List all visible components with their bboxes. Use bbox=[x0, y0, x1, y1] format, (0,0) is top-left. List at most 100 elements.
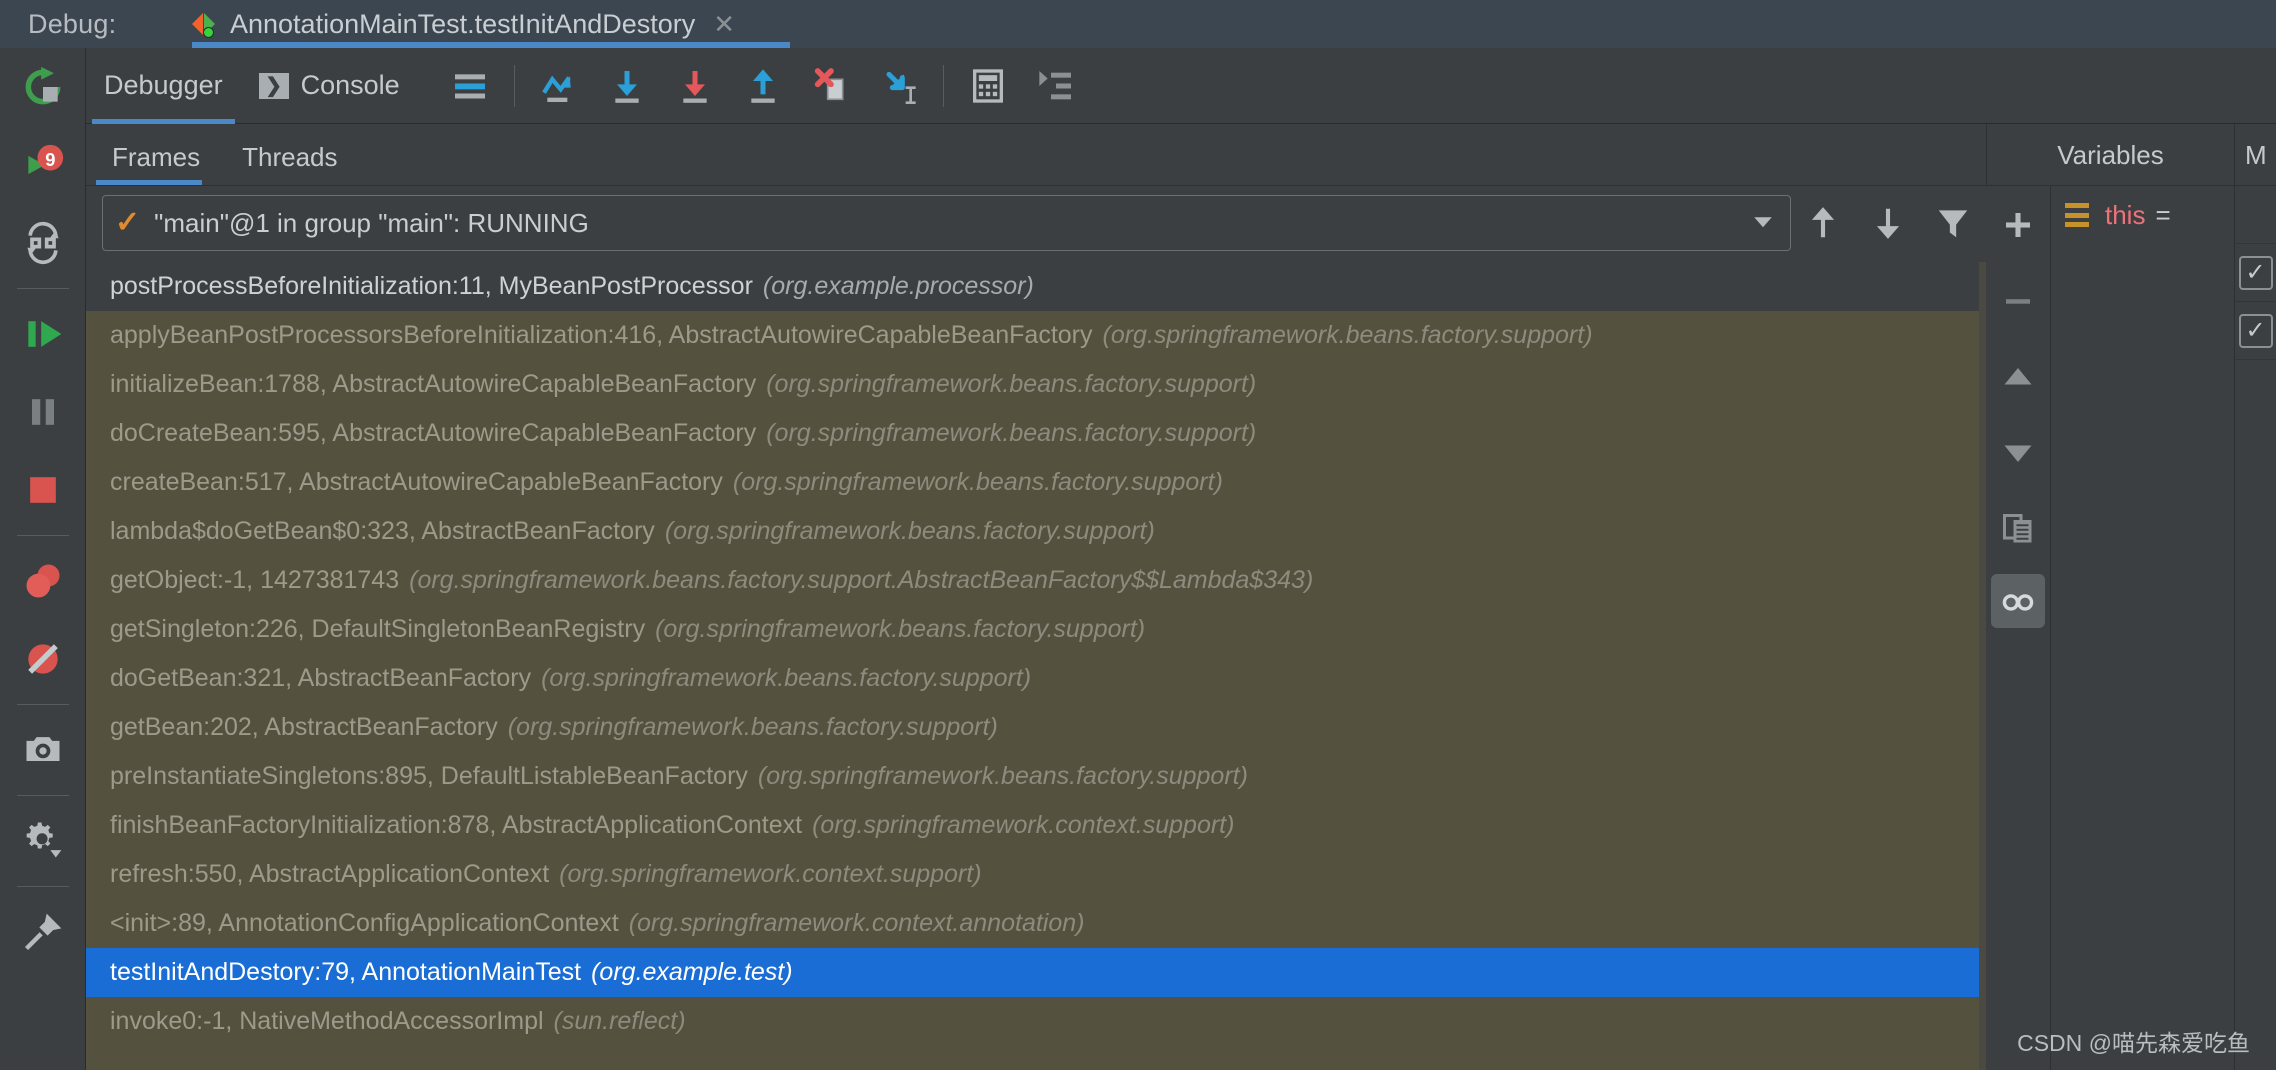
mute-breakpoints-icon[interactable] bbox=[0, 620, 86, 698]
view-breakpoints-icon[interactable] bbox=[0, 542, 86, 620]
frame-method: preInstantiateSingletons:895, DefaultLis… bbox=[110, 762, 748, 790]
rail-divider bbox=[16, 886, 69, 887]
variable-equals: = bbox=[2155, 199, 2171, 230]
move-watch-up-icon[interactable] bbox=[1986, 346, 2050, 408]
thread-selector-value: "main"@1 in group "main": RUNNING bbox=[154, 207, 589, 238]
frame-row[interactable]: createBean:517, AbstractAutowireCapableB… bbox=[86, 458, 1986, 507]
rail-divider bbox=[16, 704, 69, 705]
tab-debugger-label: Debugger bbox=[104, 70, 223, 100]
frame-method: finishBeanFactoryInitialization:878, Abs… bbox=[110, 811, 803, 839]
frame-package: (org.example.test) bbox=[591, 958, 793, 986]
frame-method: initializeBean:1788, AbstractAutowireCap… bbox=[110, 370, 757, 398]
frame-row[interactable]: doCreateBean:595, AbstractAutowireCapabl… bbox=[86, 409, 1986, 458]
memory-checkbox[interactable]: ✓ bbox=[2235, 302, 2276, 360]
camera-icon[interactable] bbox=[0, 711, 86, 789]
pin-tab-icon[interactable] bbox=[0, 893, 86, 971]
frame-method: doGetBean:321, AbstractBeanFactory bbox=[110, 664, 532, 692]
frame-package: (org.springframework.beans.factory.suppo… bbox=[664, 517, 1155, 545]
variables-header[interactable]: Variables bbox=[1986, 124, 2234, 186]
restore-layout-icon[interactable] bbox=[0, 204, 86, 282]
frame-method: doCreateBean:595, AbstractAutowireCapabl… bbox=[110, 419, 757, 447]
memory-header[interactable]: M bbox=[2234, 124, 2276, 186]
show-execution-point-icon[interactable] bbox=[1022, 48, 1090, 124]
memory-header-label: M bbox=[2245, 139, 2267, 170]
memory-cell bbox=[2235, 186, 2276, 244]
frame-package: (org.springframework.beans.factory.suppo… bbox=[541, 664, 1032, 692]
frame-row[interactable]: testInitAndDestory:79, AnnotationMainTes… bbox=[86, 948, 1986, 997]
tab-debugger[interactable]: Debugger bbox=[86, 48, 241, 124]
force-step-into-icon[interactable] bbox=[661, 48, 729, 124]
drop-frame-icon[interactable] bbox=[797, 48, 865, 124]
frame-row[interactable]: preInstantiateSingletons:895, DefaultLis… bbox=[86, 752, 1986, 801]
add-watch-icon[interactable] bbox=[1986, 194, 2050, 256]
chevron-down-icon[interactable] bbox=[1748, 206, 1778, 241]
move-watch-down-icon[interactable] bbox=[1986, 422, 2050, 484]
thread-selector-row: ✓ "main"@1 in group "main": RUNNING bbox=[86, 190, 1986, 256]
run-to-cursor-icon[interactable] bbox=[865, 48, 933, 124]
variables-panel[interactable]: this = bbox=[2050, 186, 2234, 1070]
frame-row[interactable]: getSingleton:226, DefaultSingletonBeanRe… bbox=[86, 605, 1986, 654]
rerun-icon[interactable] bbox=[0, 48, 86, 126]
tab-console[interactable]: ❯ Console bbox=[241, 48, 418, 124]
tab-console-label: Console bbox=[300, 70, 400, 100]
debug-actions-rail: 9 bbox=[0, 48, 86, 1070]
tab-frames-label: Frames bbox=[112, 142, 201, 172]
debug-label: Debug: bbox=[28, 8, 117, 39]
resume-program-icon[interactable] bbox=[0, 295, 86, 373]
step-over-icon[interactable] bbox=[525, 48, 593, 124]
pause-program-icon[interactable] bbox=[0, 373, 86, 451]
frame-row[interactable]: getBean:202, AbstractBeanFactory (org.spr… bbox=[86, 703, 1986, 752]
rail-divider bbox=[16, 795, 69, 796]
move-up-icon[interactable] bbox=[1791, 190, 1856, 256]
frame-row[interactable]: doGetBean:321, AbstractBeanFactory (org.s… bbox=[86, 654, 1986, 703]
frame-row[interactable]: getObject:-1, 1427381743 (org.springframe… bbox=[86, 556, 1986, 605]
frame-row[interactable]: refresh:550, AbstractApplicationContext (… bbox=[86, 850, 1986, 899]
frames-list[interactable]: postProcessBeforeInitialization:11, MyBe… bbox=[86, 262, 1986, 1070]
watches-toolbar bbox=[1986, 186, 2050, 1070]
frame-row[interactable]: initializeBean:1788, AbstractAutowireCap… bbox=[86, 360, 1986, 409]
stop-and-rerun-breakpoint-icon[interactable]: 9 bbox=[0, 126, 86, 204]
variable-row[interactable]: this = bbox=[2051, 186, 2234, 244]
frame-row[interactable]: invoke0:-1, NativeMethodAccessorImpl (sun… bbox=[86, 997, 1986, 1046]
debug-session-tab[interactable]: AnnotationMainTest.testInitAndDestory ✕ bbox=[190, 0, 735, 48]
memory-column[interactable]: ✓ ✓ bbox=[2234, 186, 2276, 1070]
remove-watch-icon[interactable] bbox=[1986, 270, 2050, 332]
frame-row[interactable]: finishBeanFactoryInitialization:878, Abs… bbox=[86, 801, 1986, 850]
tab-threads[interactable]: Threads bbox=[226, 142, 353, 185]
frame-method: <init>:89, AnnotationConfigApplicationCo… bbox=[110, 909, 619, 937]
frame-package: (org.springframework.beans.factory.suppo… bbox=[655, 615, 1146, 643]
tab-threads-label: Threads bbox=[242, 142, 338, 172]
evaluate-expression-icon[interactable] bbox=[954, 48, 1022, 124]
frame-row[interactable]: lambda$doGetBean$0:323, AbstractBeanFact… bbox=[86, 507, 1986, 556]
rail-divider bbox=[16, 288, 69, 289]
tab-frames[interactable]: Frames bbox=[96, 142, 216, 185]
check-icon: ✓ bbox=[2238, 313, 2273, 348]
frame-package: (org.springframework.beans.factory.suppo… bbox=[766, 370, 1257, 398]
frame-package: (org.springframework.beans.factory.suppo… bbox=[409, 566, 1314, 594]
settings-gear-icon[interactable] bbox=[0, 802, 86, 880]
thread-selector[interactable]: ✓ "main"@1 in group "main": RUNNING bbox=[102, 195, 1791, 251]
frame-row[interactable]: applyBeanPostProcessorsBeforeInitializat… bbox=[86, 311, 1986, 360]
memory-checkbox[interactable]: ✓ bbox=[2235, 244, 2276, 302]
move-down-icon[interactable] bbox=[1856, 190, 1921, 256]
filter-icon[interactable] bbox=[1921, 190, 1986, 256]
frame-method: createBean:517, AbstractAutowireCapableB… bbox=[110, 468, 723, 496]
stop-icon[interactable] bbox=[0, 451, 86, 529]
step-into-icon[interactable] bbox=[593, 48, 661, 124]
frame-method: applyBeanPostProcessorsBeforeInitializat… bbox=[110, 321, 1093, 349]
toolbar-divider bbox=[942, 64, 944, 107]
copy-value-icon[interactable] bbox=[1986, 498, 2050, 560]
frame-package: (org.springframework.beans.factory.suppo… bbox=[766, 419, 1257, 447]
step-out-icon[interactable] bbox=[729, 48, 797, 124]
debug-session-title: AnnotationMainTest.testInitAndDestory bbox=[230, 8, 696, 39]
rail-divider bbox=[16, 535, 69, 536]
frame-row[interactable]: <init>:89, AnnotationConfigApplicationCo… bbox=[86, 899, 1986, 948]
layout-settings-icon[interactable] bbox=[436, 48, 504, 124]
frame-method: getSingleton:226, DefaultSingletonBeanRe… bbox=[110, 615, 646, 643]
close-icon[interactable]: ✕ bbox=[713, 11, 735, 37]
frame-row[interactable]: postProcessBeforeInitialization:11, MyBe… bbox=[86, 262, 1986, 311]
frames-scrollbar[interactable] bbox=[1979, 262, 1986, 1070]
inspect-watches-icon[interactable] bbox=[1991, 574, 2045, 628]
debug-tool-window: Debug: AnnotationMainTest.testInitAndDes… bbox=[0, 0, 2276, 1070]
debugger-toolbar: Debugger ❯ Console bbox=[86, 48, 2276, 124]
